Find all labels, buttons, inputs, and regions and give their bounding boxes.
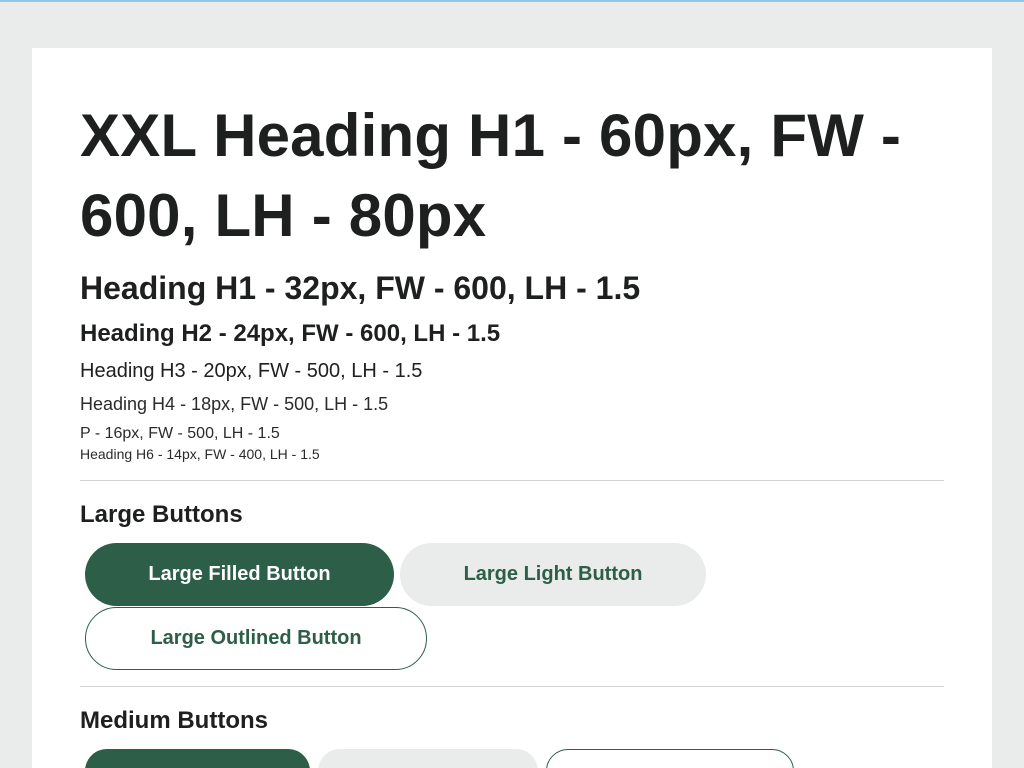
large-buttons-row: Large Filled Button Large Light Button L…: [80, 543, 785, 670]
medium-filled-button[interactable]: [85, 749, 310, 768]
large-outlined-button[interactable]: Large Outlined Button: [85, 607, 427, 670]
medium-buttons-row: [80, 749, 944, 768]
style-guide-card: XXL Heading H1 - 60px, FW - 600, LH - 80…: [32, 48, 992, 768]
heading-h2: Heading H2 - 24px, FW - 600, LH - 1.5: [80, 320, 501, 347]
heading-h6: Heading H6 - 14px, FW - 400, LH - 1.5: [80, 446, 320, 462]
medium-outlined-button[interactable]: [546, 749, 794, 768]
heading-h1: Heading H1 - 32px, FW - 600, LH - 1.5: [80, 270, 641, 306]
xxl-heading: XXL Heading H1 - 60px, FW - 600, LH - 80…: [80, 102, 902, 249]
medium-light-button[interactable]: [318, 749, 538, 768]
divider: [80, 686, 944, 687]
top-accent-bar: [0, 0, 1024, 2]
divider: [80, 480, 944, 481]
large-buttons-title: Large Buttons: [80, 501, 243, 528]
heading-h3: Heading H3 - 20px, FW - 500, LH - 1.5: [80, 360, 423, 382]
style-guide-content: XXL Heading H1 - 60px, FW - 600, LH - 80…: [80, 96, 944, 768]
paragraph-sample: P - 16px, FW - 500, LH - 1.5: [80, 425, 280, 442]
heading-h4: Heading H4 - 18px, FW - 500, LH - 1.5: [80, 394, 389, 414]
large-light-button[interactable]: Large Light Button: [400, 543, 706, 606]
large-filled-button[interactable]: Large Filled Button: [85, 543, 394, 606]
medium-buttons-title: Medium Buttons: [80, 707, 268, 734]
